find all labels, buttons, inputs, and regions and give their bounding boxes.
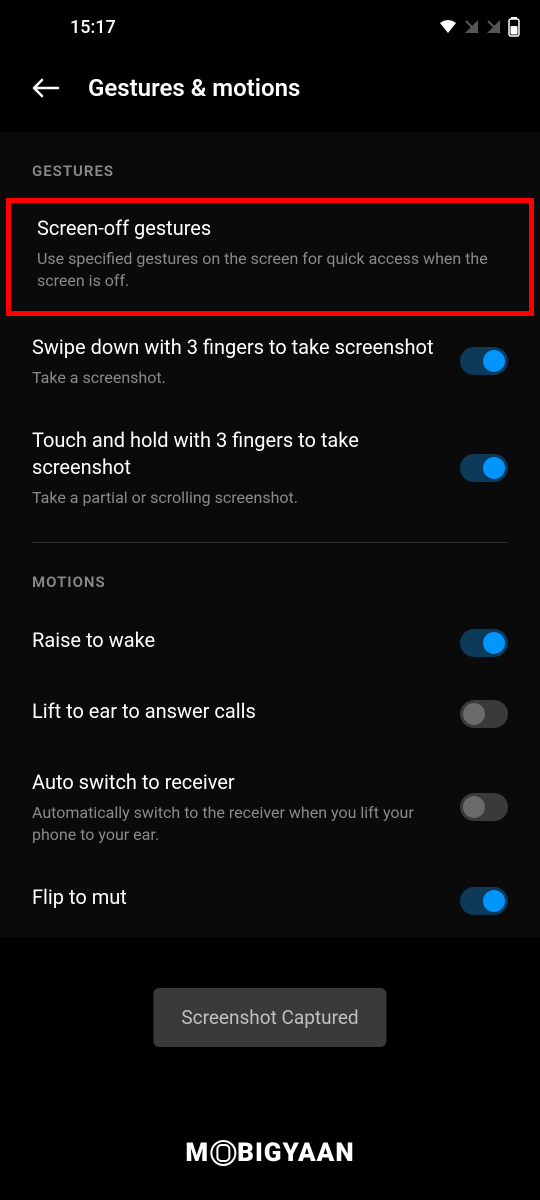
setting-subtitle: Take a partial or scrolling screenshot. [32, 487, 440, 509]
battery-icon [508, 17, 520, 37]
setting-text: Screen-off gestures Use specified gestur… [37, 215, 503, 293]
setting-text: Touch and hold with 3 fingers to take sc… [32, 427, 440, 509]
status-time: 15:17 [70, 17, 116, 38]
setting-title: Lift to ear to answer calls [32, 698, 440, 725]
watermark-prefix: M [185, 1138, 209, 1168]
status-bar: 15:17 [0, 0, 540, 50]
toggle-lift-to-ear[interactable] [460, 700, 508, 728]
setting-subtitle: Take a screenshot. [32, 367, 440, 389]
app-bar: Gestures & motions [0, 50, 540, 132]
page-title: Gestures & motions [88, 74, 300, 102]
setting-swipe-3-fingers[interactable]: Swipe down with 3 fingers to take screen… [0, 316, 540, 409]
setting-title: Raise to wake [32, 627, 440, 654]
toggle-raise-to-wake[interactable] [460, 629, 508, 657]
setting-screen-off-gestures[interactable]: Screen-off gestures Use specified gestur… [11, 203, 529, 311]
setting-text: Lift to ear to answer calls [32, 698, 440, 731]
section-header-motions: MOTIONS [0, 543, 540, 609]
setting-title: Flip to mut [32, 884, 440, 911]
toggle-auto-switch-receiver[interactable] [460, 793, 508, 821]
watermark: M BIGYAAN [185, 1138, 354, 1168]
watermark-suffix: BIGYAAN [237, 1138, 354, 1168]
setting-text: Auto switch to receiver Automatically sw… [32, 769, 440, 847]
wifi-icon [438, 19, 458, 35]
setting-title: Screen-off gestures [37, 215, 503, 242]
setting-subtitle: Automatically switch to the receiver whe… [32, 802, 440, 847]
back-icon[interactable] [32, 78, 60, 98]
setting-text: Flip to mut [32, 884, 440, 917]
toggle-touch-hold-3-fingers[interactable] [460, 454, 508, 482]
toggle-swipe-3-fingers[interactable] [460, 347, 508, 375]
setting-lift-to-ear[interactable]: Lift to ear to answer calls [0, 680, 540, 751]
setting-auto-switch-receiver[interactable]: Auto switch to receiver Automatically sw… [0, 751, 540, 867]
setting-subtitle: Use specified gestures on the screen for… [37, 248, 503, 293]
setting-title: Swipe down with 3 fingers to take screen… [32, 334, 440, 361]
setting-title: Auto switch to receiver [32, 769, 440, 796]
setting-raise-to-wake[interactable]: Raise to wake [0, 609, 540, 680]
setting-touch-hold-3-fingers[interactable]: Touch and hold with 3 fingers to take sc… [0, 409, 540, 529]
highlight-box: Screen-off gestures Use specified gestur… [6, 198, 534, 316]
content: GESTURES Screen-off gestures Use specifi… [0, 132, 540, 937]
toast-notification: Screenshot Captured [153, 988, 386, 1047]
section-header-gestures: GESTURES [0, 132, 540, 198]
setting-title: Touch and hold with 3 fingers to take sc… [32, 427, 440, 481]
signal-disabled-icon-2 [486, 19, 502, 35]
signal-disabled-icon [464, 19, 480, 35]
setting-text: Swipe down with 3 fingers to take screen… [32, 334, 440, 389]
setting-text: Raise to wake [32, 627, 440, 660]
toast-message: Screenshot Captured [181, 1006, 358, 1029]
status-icons [438, 17, 520, 37]
setting-flip-to-mute[interactable]: Flip to mut [0, 866, 540, 937]
watermark-logo-icon [210, 1140, 236, 1166]
toggle-flip-to-mute[interactable] [460, 887, 508, 915]
